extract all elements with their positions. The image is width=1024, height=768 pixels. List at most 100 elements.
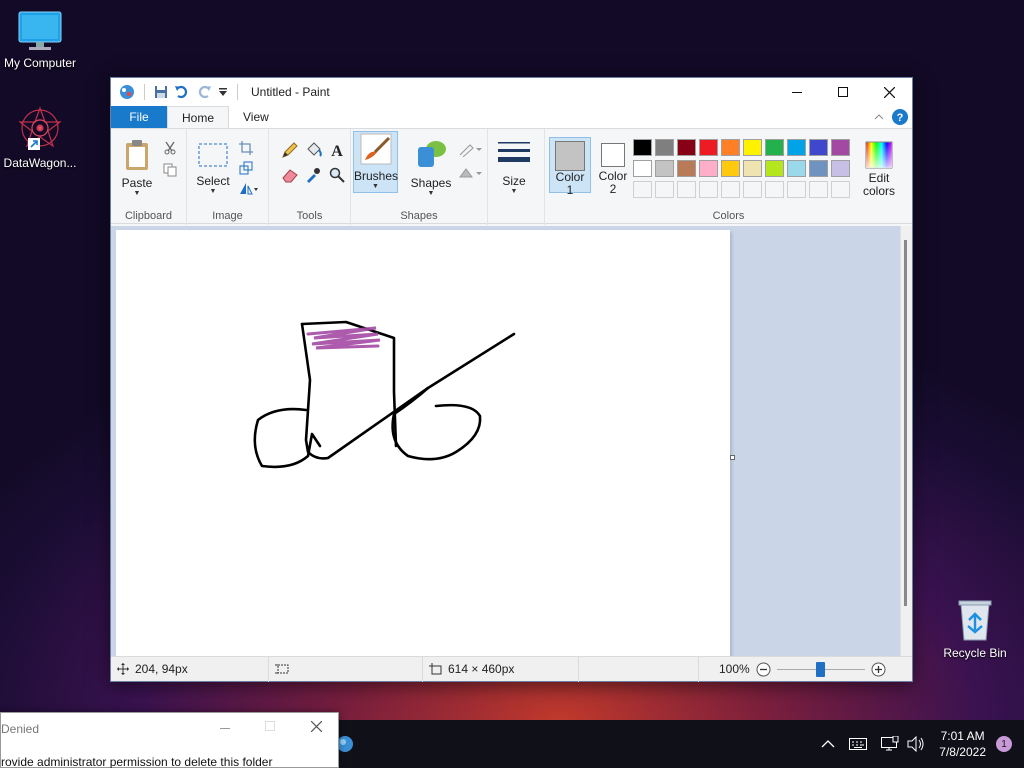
monitor-icon bbox=[18, 11, 62, 50]
pencil-icon[interactable] bbox=[281, 141, 299, 159]
shapes-label: Shapes bbox=[410, 176, 452, 190]
shapes-button[interactable]: Shapes ▼ bbox=[408, 139, 454, 198]
collapse-ribbon-icon[interactable] bbox=[874, 113, 884, 121]
select-button[interactable]: Select ▼ bbox=[195, 141, 231, 196]
eraser-icon[interactable] bbox=[281, 167, 299, 183]
quick-access-toolbar bbox=[119, 84, 241, 100]
palette-swatch[interactable] bbox=[655, 160, 674, 177]
custom-color-slot[interactable] bbox=[677, 181, 696, 198]
palette-swatch[interactable] bbox=[677, 160, 696, 177]
network-icon[interactable] bbox=[881, 736, 899, 752]
edit-colors-label-2: colors bbox=[862, 184, 895, 198]
mandala-icon bbox=[18, 106, 62, 150]
palette-swatch[interactable] bbox=[831, 160, 850, 177]
dialog-minimize-icon[interactable] bbox=[219, 725, 231, 731]
canvas-resize-handle[interactable] bbox=[730, 455, 735, 460]
svg-text:A: A bbox=[331, 143, 343, 159]
window-title: Untitled - Paint bbox=[251, 85, 330, 99]
canvas-workarea bbox=[111, 226, 902, 656]
custom-color-slot[interactable] bbox=[765, 181, 784, 198]
minimize-button[interactable] bbox=[774, 78, 820, 106]
zoom-slider-thumb[interactable] bbox=[816, 661, 826, 677]
palette-swatch[interactable] bbox=[655, 139, 674, 156]
undo-icon[interactable] bbox=[174, 85, 190, 99]
paint-app-icon[interactable] bbox=[119, 84, 135, 100]
desktop-icon-recycle-bin[interactable]: Recycle Bin bbox=[935, 598, 1015, 660]
select-label: Select bbox=[196, 174, 230, 188]
cut-icon[interactable] bbox=[163, 141, 177, 155]
desktop-icon-my-computer[interactable]: My Computer bbox=[0, 10, 80, 70]
taskbar-app-icon[interactable] bbox=[337, 732, 353, 756]
magnifier-icon[interactable] bbox=[329, 167, 345, 183]
crop-icon[interactable] bbox=[239, 141, 253, 155]
palette-swatch[interactable] bbox=[699, 139, 718, 156]
scrollbar-thumb[interactable] bbox=[904, 240, 907, 606]
customize-qat-icon[interactable] bbox=[218, 87, 228, 97]
desktop-icon-datawagon[interactable]: DataWagon... bbox=[0, 106, 80, 170]
palette-swatch[interactable] bbox=[809, 160, 828, 177]
group-clipboard: Paste ▼ Clipboard bbox=[111, 129, 187, 225]
notification-badge[interactable]: 1 bbox=[996, 736, 1012, 752]
color2-button[interactable]: Color 2 bbox=[595, 137, 631, 196]
size-button[interactable]: Size ▼ bbox=[494, 139, 534, 196]
palette-swatch[interactable] bbox=[743, 139, 762, 156]
palette-swatch[interactable] bbox=[787, 160, 806, 177]
zoom-slider[interactable] bbox=[776, 661, 865, 677]
custom-color-slot[interactable] bbox=[787, 181, 806, 198]
palette-swatch[interactable] bbox=[721, 160, 740, 177]
tab-view[interactable]: View bbox=[229, 106, 283, 128]
color1-swatch bbox=[555, 141, 585, 171]
clock[interactable]: 7:01 AM 7/8/2022 bbox=[939, 728, 986, 760]
drawing-canvas[interactable] bbox=[116, 230, 730, 656]
dialog-close-icon[interactable] bbox=[311, 721, 322, 732]
group-colors: Color 1 Color 2 Edit colors Colors bbox=[544, 129, 912, 225]
color2-swatch bbox=[601, 143, 625, 167]
fill-bucket-icon[interactable] bbox=[305, 141, 323, 159]
palette-swatch[interactable] bbox=[633, 139, 652, 156]
palette-swatch[interactable] bbox=[677, 139, 696, 156]
help-icon[interactable]: ? bbox=[892, 109, 908, 125]
text-icon[interactable]: A bbox=[329, 141, 345, 159]
custom-color-slot[interactable] bbox=[655, 181, 674, 198]
clipboard-icon bbox=[126, 140, 148, 170]
tab-file[interactable]: File bbox=[111, 106, 167, 128]
fill-icon[interactable] bbox=[458, 165, 484, 181]
color1-button[interactable]: Color 1 bbox=[549, 137, 591, 197]
resize-icon[interactable] bbox=[239, 161, 253, 175]
vertical-scrollbar[interactable] bbox=[900, 226, 912, 656]
maximize-button[interactable] bbox=[820, 78, 866, 106]
chevron-up-icon[interactable] bbox=[821, 739, 835, 749]
keyboard-icon[interactable] bbox=[849, 738, 868, 750]
paste-button[interactable]: Paste ▼ bbox=[119, 139, 155, 198]
custom-color-slot[interactable] bbox=[721, 181, 740, 198]
redo-icon[interactable] bbox=[196, 85, 212, 99]
edit-colors-button[interactable]: Edit colors bbox=[857, 141, 901, 198]
custom-color-slot[interactable] bbox=[831, 181, 850, 198]
close-button[interactable] bbox=[866, 78, 912, 106]
tab-home[interactable]: Home bbox=[167, 106, 230, 128]
rotate-icon[interactable] bbox=[239, 181, 259, 195]
zoom-in-icon[interactable] bbox=[871, 662, 886, 677]
palette-swatch[interactable] bbox=[721, 139, 740, 156]
save-icon[interactable] bbox=[154, 85, 168, 99]
custom-color-slot[interactable] bbox=[743, 181, 762, 198]
custom-color-slot[interactable] bbox=[699, 181, 718, 198]
palette-swatch[interactable] bbox=[765, 160, 784, 177]
color-picker-icon[interactable] bbox=[305, 167, 321, 183]
palette-swatch[interactable] bbox=[765, 139, 784, 156]
outline-icon[interactable] bbox=[458, 141, 484, 157]
zoom-out-icon[interactable] bbox=[756, 662, 771, 677]
volume-icon[interactable] bbox=[907, 736, 925, 752]
palette-swatch[interactable] bbox=[743, 160, 762, 177]
group-label-shapes: Shapes bbox=[400, 210, 438, 222]
palette-swatch[interactable] bbox=[699, 160, 718, 177]
custom-color-slot[interactable] bbox=[809, 181, 828, 198]
palette-swatch[interactable] bbox=[787, 139, 806, 156]
palette-swatch[interactable] bbox=[831, 139, 850, 156]
palette-swatch[interactable] bbox=[809, 139, 828, 156]
copy-icon[interactable] bbox=[163, 163, 177, 177]
zoom-level: 100% bbox=[719, 662, 750, 676]
custom-color-slot[interactable] bbox=[633, 181, 652, 198]
palette-swatch[interactable] bbox=[633, 160, 652, 177]
brushes-button[interactable]: Brushes ▼ bbox=[353, 131, 398, 193]
